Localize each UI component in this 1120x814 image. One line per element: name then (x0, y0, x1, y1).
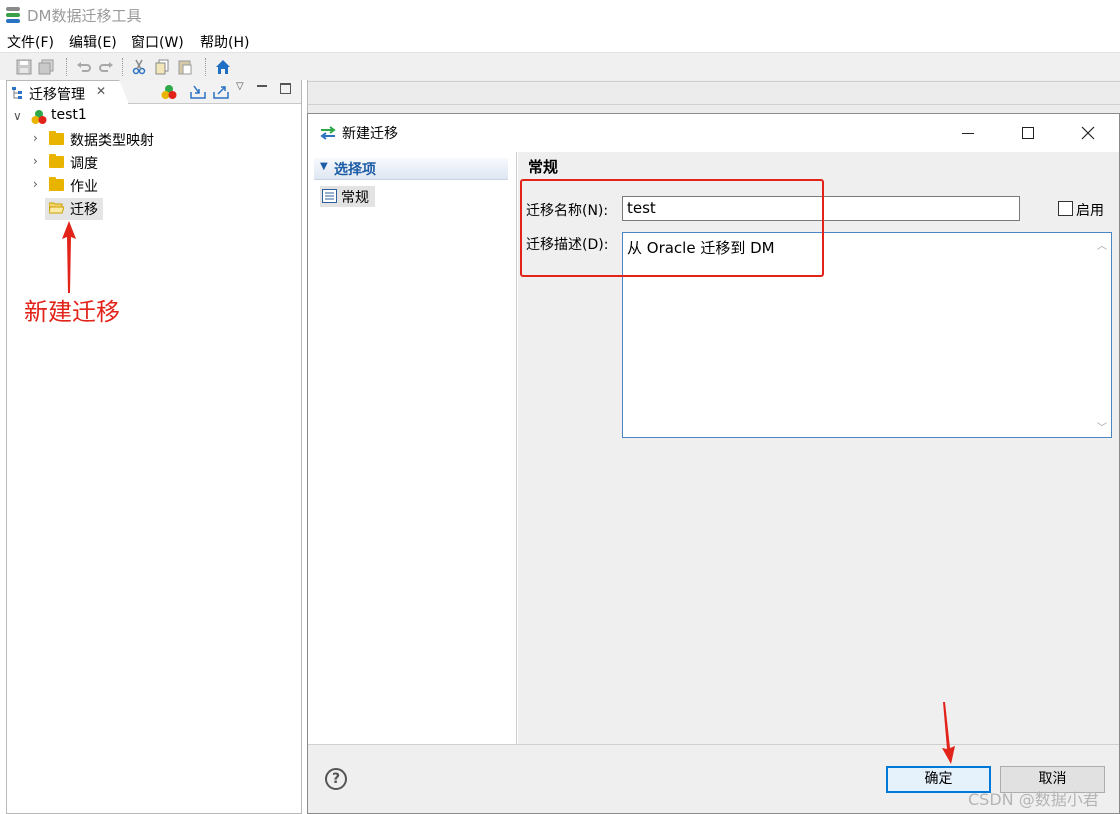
redo-icon[interactable] (98, 59, 114, 75)
tree-label: 作业 (70, 179, 98, 195)
minimize-icon (962, 133, 974, 134)
import-icon[interactable] (190, 84, 206, 100)
paste-icon[interactable] (177, 59, 193, 75)
migration-manager-panel: 迁移管理 ✕ ▽ ∨ test1 › 数据类型映射 › 调度 › 作业 迁移 (6, 80, 302, 814)
toolbar-separator (205, 58, 206, 76)
tab-label: 迁移管理 (29, 87, 85, 103)
dialog-close-button[interactable] (1065, 119, 1111, 147)
chevron-right-icon[interactable]: › (33, 177, 38, 191)
tree-label: test1 (51, 107, 87, 123)
tree-label: 数据类型映射 (70, 133, 154, 149)
annotation-arrow-down (938, 702, 958, 764)
nav-section-header[interactable]: ▼ 选择项 (314, 158, 508, 180)
dialog-nav-panel: ▼ 选择项 常规 (308, 152, 517, 744)
annotation-arrow-up (59, 221, 79, 293)
open-folder-icon (49, 202, 64, 214)
nav-item-general[interactable]: 常规 (320, 186, 375, 207)
menu-window[interactable]: 窗口(W) (131, 32, 184, 52)
export-icon[interactable] (213, 84, 229, 100)
cut-icon[interactable] (131, 59, 147, 75)
tree-label: 调度 (70, 156, 98, 172)
nav-header-label: 选择项 (334, 162, 376, 178)
title-bar: DM数据迁移工具 (0, 0, 1120, 30)
save-icon[interactable] (16, 59, 32, 75)
editor-tab-strip (308, 81, 1120, 105)
toolbar-separator (66, 58, 67, 76)
view-menu-icon[interactable]: ▽ (236, 81, 244, 92)
help-icon[interactable]: ? (325, 768, 347, 790)
vertical-scrollbar[interactable]: ︿ ﹀ (1093, 233, 1111, 437)
minimize-icon[interactable] (257, 85, 267, 87)
connect-icon[interactable] (161, 84, 177, 100)
tree-label: 迁移 (70, 202, 98, 218)
tree-item-datatype-mapping[interactable]: › 数据类型映射 (31, 129, 211, 151)
section-header: 常规 (518, 152, 1119, 180)
tab-migration-manager[interactable]: 迁移管理 ✕ (7, 80, 129, 104)
annotation-highlight-box (520, 179, 824, 277)
menu-file[interactable]: 文件(F) (7, 32, 54, 52)
enable-checkbox[interactable] (1058, 201, 1073, 216)
dialog-maximize-button[interactable] (1005, 119, 1051, 147)
menu-help[interactable]: 帮助(H) (200, 32, 249, 52)
form-list-icon (322, 189, 337, 203)
save-all-icon[interactable] (38, 59, 54, 75)
scroll-up-icon[interactable]: ︿ (1097, 237, 1107, 252)
folder-icon (49, 131, 64, 145)
chevron-right-icon[interactable]: › (33, 131, 38, 145)
migrate-arrows-icon (319, 126, 337, 140)
annotation-label: 新建迁移 (24, 298, 120, 326)
toolbar-separator (122, 58, 123, 76)
maximize-icon (1022, 127, 1034, 139)
tree-item-migration[interactable]: 迁移 (45, 198, 103, 220)
dialog-title: 新建迁移 (342, 126, 398, 142)
scroll-down-icon[interactable]: ﹀ (1097, 419, 1107, 434)
dialog-minimize-button[interactable] (945, 119, 991, 147)
close-icon (1081, 126, 1095, 140)
menu-bar: 文件(F) 编辑(E) 窗口(W) 帮助(H) (0, 30, 1120, 52)
toolbar (0, 52, 1120, 80)
home-icon[interactable] (215, 59, 231, 75)
chevron-down-icon[interactable]: ∨ (13, 109, 22, 123)
maximize-icon[interactable] (280, 83, 291, 94)
watermark: CSDN @数据小君 (968, 790, 1099, 809)
tree-item-test1[interactable]: ∨ test1 (11, 106, 131, 128)
app-title: DM数据迁移工具 (27, 7, 142, 25)
nav-item-label: 常规 (341, 190, 369, 206)
connection-icon (31, 109, 47, 125)
copy-icon[interactable] (154, 59, 170, 75)
triangle-down-icon: ▼ (320, 161, 328, 172)
tree-item-job[interactable]: › 作业 (31, 175, 151, 197)
dialog-title-bar: 新建迁移 (308, 114, 1119, 152)
folder-icon (49, 154, 64, 168)
chevron-right-icon[interactable]: › (33, 154, 38, 168)
folder-icon (49, 177, 64, 191)
section-title: 常规 (528, 158, 559, 176)
tree-item-schedule[interactable]: › 调度 (31, 152, 151, 174)
app-database-icon (5, 6, 21, 24)
undo-icon[interactable] (76, 59, 92, 75)
tree-view-icon (11, 86, 25, 100)
enable-label: 启用 (1076, 203, 1104, 219)
tab-close-icon[interactable]: ✕ (96, 84, 106, 98)
panel-tab-strip: 迁移管理 ✕ ▽ (7, 80, 301, 104)
new-migration-dialog: 新建迁移 ▼ 选择项 常规 常规 迁移名称(N): test 启用 迁移描述(D… (307, 113, 1120, 814)
menu-edit[interactable]: 编辑(E) (69, 32, 117, 52)
